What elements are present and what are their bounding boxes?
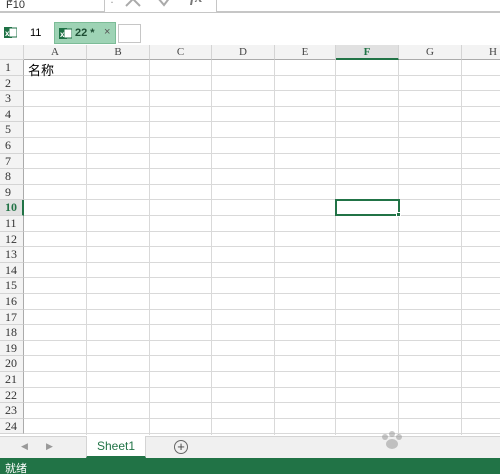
- gridline-vertical: [398, 60, 399, 435]
- chevron-down-icon[interactable]: ▼: [6, 0, 98, 5]
- gridline-vertical: [149, 60, 150, 435]
- row-header-21[interactable]: 21: [0, 372, 24, 388]
- gridline-vertical: [86, 60, 87, 435]
- status-bar: 就绪: [0, 458, 500, 475]
- gridline-vertical: [211, 60, 212, 435]
- row-header-14[interactable]: 14: [0, 262, 24, 279]
- formula-input[interactable]: [216, 0, 500, 12]
- new-doc-tab-button[interactable]: [118, 24, 141, 43]
- gridline-horizontal: [24, 215, 500, 216]
- enter-check-icon[interactable]: [158, 0, 174, 7]
- gridline-horizontal: [24, 105, 500, 107]
- gridline-horizontal: [24, 371, 500, 372]
- cell-grid[interactable]: [24, 60, 500, 435]
- svg-text:x: x: [60, 30, 65, 39]
- row-header-18[interactable]: 18: [0, 325, 24, 341]
- sheet-tab-sheet1[interactable]: Sheet1: [86, 436, 146, 458]
- gridline-vertical: [274, 60, 275, 435]
- close-icon[interactable]: ×: [104, 26, 110, 38]
- gridline-horizontal: [24, 417, 500, 419]
- row-header-15[interactable]: 15: [0, 278, 24, 294]
- row-header-22[interactable]: 22: [0, 387, 24, 404]
- selected-cell-f10[interactable]: [335, 199, 400, 216]
- formula-bar-divider-icon: ⋮: [107, 0, 117, 5]
- doc-tab-22[interactable]: x 22 * ×: [54, 22, 116, 44]
- gridline-horizontal: [24, 152, 500, 154]
- select-all-corner[interactable]: [0, 45, 24, 60]
- gridline-horizontal: [24, 246, 500, 248]
- row-header-12[interactable]: 12: [0, 231, 24, 248]
- column-header-b[interactable]: B: [87, 45, 150, 60]
- row-header-19[interactable]: 19: [0, 340, 24, 357]
- gridline-horizontal: [24, 74, 500, 76]
- excel-file-icon: x: [4, 27, 17, 38]
- row-header-16[interactable]: 16: [0, 294, 24, 310]
- cell-a1[interactable]: 名称: [28, 60, 54, 79]
- gridline-horizontal: [24, 293, 500, 294]
- row-header-7[interactable]: 7: [0, 153, 24, 170]
- excel-file-icon: x: [59, 28, 72, 39]
- row-header-1[interactable]: 1: [0, 60, 24, 76]
- gridline-horizontal: [24, 402, 500, 404]
- gridline-horizontal: [24, 90, 500, 92]
- row-header-20[interactable]: 20: [0, 356, 24, 372]
- cancel-icon[interactable]: [125, 0, 141, 7]
- gridline-horizontal: [24, 183, 500, 185]
- row-header-8[interactable]: 8: [0, 169, 24, 185]
- gridline-horizontal: [24, 199, 500, 201]
- doc-tab-11[interactable]: x 11: [2, 23, 52, 43]
- column-header-e[interactable]: E: [275, 45, 336, 60]
- gridline-horizontal: [24, 230, 500, 232]
- row-header-3[interactable]: 3: [0, 91, 24, 107]
- insert-function-icon[interactable]: fx: [190, 0, 203, 7]
- doc-tab-label: 22 *: [75, 27, 95, 39]
- row-header-13[interactable]: 13: [0, 247, 24, 263]
- column-header-d[interactable]: D: [212, 45, 275, 60]
- fill-handle[interactable]: [396, 212, 401, 217]
- row-header-17[interactable]: 17: [0, 309, 24, 326]
- next-sheet-icon[interactable]: ▶: [46, 441, 53, 452]
- gridline-horizontal: [24, 308, 500, 310]
- gridline-vertical: [335, 60, 336, 435]
- watermark-paw-icon: [382, 431, 402, 449]
- row-header-24[interactable]: 24: [0, 418, 24, 435]
- svg-text:x: x: [5, 29, 10, 38]
- gridline-horizontal: [24, 261, 500, 263]
- gridline-vertical: [461, 60, 462, 435]
- column-header-h[interactable]: H: [462, 45, 500, 60]
- row-header-2[interactable]: 2: [0, 75, 24, 92]
- column-header-g[interactable]: G: [399, 45, 462, 60]
- name-box[interactable]: F10 ▼: [0, 0, 105, 12]
- row-header-6[interactable]: 6: [0, 138, 24, 154]
- gridline-horizontal: [24, 137, 500, 138]
- row-header-23[interactable]: 23: [0, 403, 24, 419]
- row-header-11[interactable]: 11: [0, 216, 24, 232]
- gridline-horizontal: [24, 277, 500, 279]
- gridline-horizontal: [24, 355, 500, 357]
- row-header-5[interactable]: 5: [0, 122, 24, 138]
- gridline-horizontal: [24, 121, 500, 123]
- gridline-horizontal: [24, 339, 500, 341]
- add-sheet-icon[interactable]: +: [174, 440, 188, 454]
- gridline-horizontal: [24, 324, 500, 326]
- column-header-c[interactable]: C: [150, 45, 212, 60]
- row-header-10[interactable]: 10: [0, 200, 24, 216]
- prev-sheet-icon[interactable]: ◀: [21, 441, 28, 452]
- row-header-9[interactable]: 9: [0, 184, 24, 201]
- column-header-f[interactable]: F: [336, 45, 399, 60]
- gridline-horizontal: [24, 386, 500, 388]
- gridline-horizontal: [24, 168, 500, 170]
- row-header-4[interactable]: 4: [0, 106, 24, 123]
- column-header-a[interactable]: A: [24, 45, 87, 60]
- doc-tab-label: 11: [30, 27, 42, 39]
